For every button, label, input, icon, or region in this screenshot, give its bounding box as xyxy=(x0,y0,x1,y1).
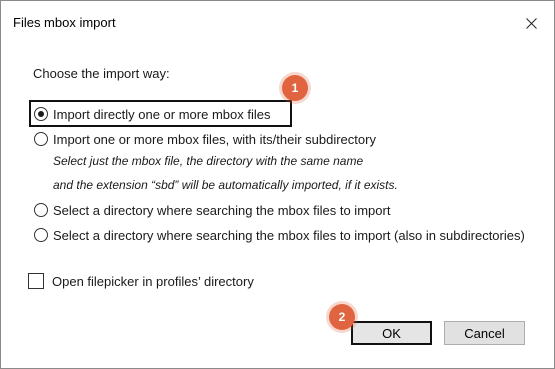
close-button[interactable] xyxy=(508,1,554,45)
radio-option-with-subdirectory[interactable]: Import one or more mbox files, with its/… xyxy=(34,129,376,149)
radio-button[interactable] xyxy=(34,107,48,121)
radio-label: Select a directory where searching the m… xyxy=(53,227,525,243)
radio-button[interactable] xyxy=(34,228,48,242)
radio-option-select-directory-recursive[interactable]: Select a directory where searching the m… xyxy=(34,225,525,245)
import-way-prompt: Choose the import way: xyxy=(33,66,170,81)
ok-button[interactable]: OK xyxy=(351,321,432,345)
radio-option-import-directly[interactable]: Import directly one or more mbox files xyxy=(34,104,270,124)
step-badge-1: 1 xyxy=(282,75,308,101)
radio-button[interactable] xyxy=(34,203,48,217)
filepicker-profiles-option[interactable]: Open filepicker in profiles’ directory xyxy=(28,272,254,290)
radio-option-select-directory[interactable]: Select a directory where searching the m… xyxy=(34,200,390,220)
close-icon xyxy=(525,17,537,29)
note-line-2: and the extension “sbd” will be automati… xyxy=(53,178,398,192)
radio-button[interactable] xyxy=(34,132,48,146)
step-badge-2: 2 xyxy=(329,304,355,330)
radio-label: Import one or more mbox files, with its/… xyxy=(53,131,376,147)
window-title: Files mbox import xyxy=(13,15,116,30)
radio-label: Select a directory where searching the m… xyxy=(53,202,391,218)
checkbox-label: Open filepicker in profiles’ directory xyxy=(52,273,254,289)
title-bar: Files mbox import xyxy=(1,1,554,45)
note-line-1: Select just the mbox file, the directory… xyxy=(53,154,364,168)
radio-label: Import directly one or more mbox files xyxy=(53,106,271,122)
cancel-button[interactable]: Cancel xyxy=(444,321,525,345)
filepicker-checkbox[interactable] xyxy=(28,273,44,289)
